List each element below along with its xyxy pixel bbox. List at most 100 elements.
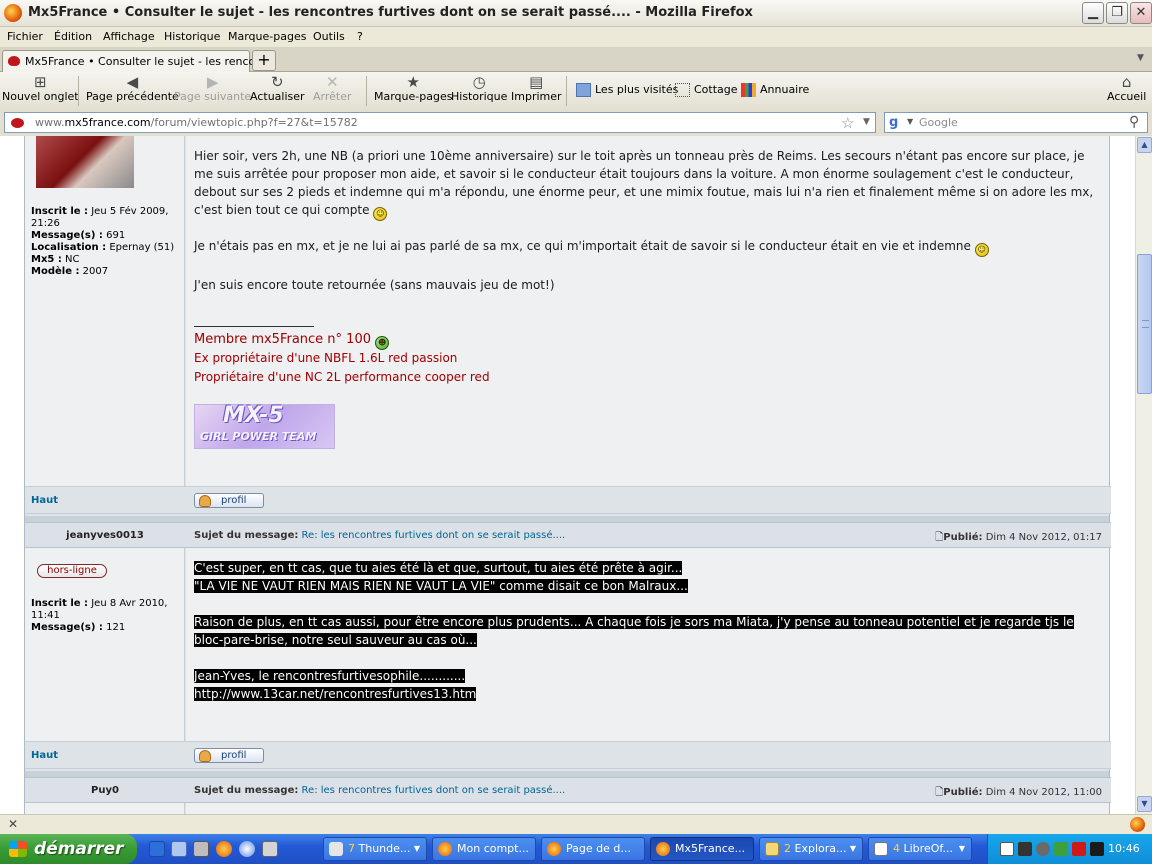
bookmark-cottage[interactable]: Cottage xyxy=(675,83,738,97)
search-engine-dropdown-icon[interactable]: ▼ xyxy=(907,117,913,126)
print-button[interactable]: ▤ Imprimer xyxy=(511,74,562,103)
messages-label: Message(s) : xyxy=(31,622,103,633)
subject-link[interactable]: Re: les rencontres furtives dont on se s… xyxy=(302,530,566,541)
bookmarks-button[interactable]: ★ Marque-pages xyxy=(374,74,452,103)
firefox-quicklaunch-icon[interactable] xyxy=(216,841,232,857)
player-icon[interactable] xyxy=(193,841,209,857)
user-icon xyxy=(199,750,211,762)
subject-link[interactable]: Re: les rencontres furtives dont on se s… xyxy=(302,785,566,796)
task-libreoffice[interactable]: 4 LibreOf... ▼ xyxy=(868,837,972,861)
close-button[interactable]: ✕ xyxy=(1130,2,1152,24)
task-count: 7 xyxy=(348,842,355,855)
modele-value: 2007 xyxy=(82,266,109,277)
bookmark-star-outline-icon[interactable]: ☆ xyxy=(841,114,854,132)
stop-button[interactable]: ✕ Arrêter xyxy=(313,74,352,103)
menu-edition[interactable]: Édition xyxy=(54,30,92,43)
post-3-header: Puy0 Sujet du message: Re: les rencontre… xyxy=(24,777,1111,803)
menu-fichier[interactable]: Fichier xyxy=(7,30,43,43)
mx5-label: Mx5 : xyxy=(31,254,62,265)
toolbar-separator xyxy=(566,76,567,106)
signature-divider xyxy=(194,326,314,327)
tab-mx5france[interactable]: Mx5France • Consulter le sujet - les ren… xyxy=(2,50,277,72)
back-label: Page précédente xyxy=(86,90,179,103)
task-page-de-d[interactable]: Page de d... xyxy=(541,837,645,861)
desktop-icon[interactable] xyxy=(171,841,187,857)
new-tab-button[interactable]: + xyxy=(252,50,276,71)
home-button[interactable]: ⌂ Accueil xyxy=(1107,74,1146,103)
task-explorateur[interactable]: 2 Explora... ▼ xyxy=(759,837,863,861)
menu-historique[interactable]: Historique xyxy=(164,30,220,43)
close-find-bar-icon[interactable]: ✕ xyxy=(8,817,18,831)
search-icon[interactable]: ⚲ xyxy=(1129,114,1139,130)
menu-marque-pages[interactable]: Marque-pages xyxy=(228,30,306,43)
post-author[interactable]: Puy0 xyxy=(25,785,185,796)
post-author[interactable]: jeanyves0013 xyxy=(25,530,185,541)
printer-icon: ▤ xyxy=(529,73,544,91)
subject-label: Sujet du message: xyxy=(194,785,299,796)
home-label: Accueil xyxy=(1107,90,1147,103)
highlighted-link[interactable]: http://www.13car.net/rencontresfurtives1… xyxy=(194,687,477,701)
haut-link[interactable]: Haut xyxy=(31,495,58,506)
post-1-footer-bar: Haut profil xyxy=(25,486,1111,514)
network-icon[interactable] xyxy=(1018,842,1032,856)
scroll-up-icon[interactable]: ▲ xyxy=(1137,137,1152,153)
post-2-line-2: "LA VIE NE VAUT RIEN MAIS RIEN NE VAUT L… xyxy=(194,577,688,595)
app-icon[interactable] xyxy=(262,841,278,857)
task-mon-compte[interactable]: Mon compt... xyxy=(432,837,536,861)
profil-button[interactable]: profil xyxy=(194,748,264,763)
menu-outils[interactable]: Outils xyxy=(313,30,345,43)
post-3-header-bar: Puy0 Sujet du message: Re: les rencontre… xyxy=(25,777,1111,803)
antivirus-icon[interactable] xyxy=(1072,842,1086,856)
tab-list-dropdown-icon[interactable]: ▼ xyxy=(1137,53,1144,63)
post-3-body-column xyxy=(186,803,1109,814)
url-text[interactable]: www.mx5france.com/forum/viewtopic.php?f=… xyxy=(35,116,358,129)
media-icon[interactable] xyxy=(239,841,255,857)
post-1-paragraph-3: J'en suis encore toute retournée (sans m… xyxy=(194,278,555,292)
profil-button[interactable]: profil xyxy=(194,493,264,508)
avatar[interactable] xyxy=(36,136,134,188)
windows-logo-icon xyxy=(9,841,27,857)
scrollbar-grip xyxy=(1142,320,1149,328)
document-tray-icon[interactable] xyxy=(1000,842,1014,856)
google-icon[interactable]: g xyxy=(889,115,905,130)
back-button[interactable]: ◀ Page précédente xyxy=(86,74,179,103)
post-2-line-1: C'est super, en tt cas, que tu aies été … xyxy=(194,559,683,577)
stop-label: Arrêter xyxy=(313,90,352,103)
volume-icon[interactable] xyxy=(1090,842,1104,856)
security-icon[interactable] xyxy=(1036,842,1050,856)
ie-icon[interactable] xyxy=(149,841,165,857)
vertical-scrollbar[interactable]: ▲ ▼ xyxy=(1135,136,1152,814)
search-box[interactable]: g ▼ Google ⚲ xyxy=(884,112,1148,133)
menu-affichage[interactable]: Affichage xyxy=(103,30,155,43)
history-button[interactable]: ◷ Historique xyxy=(451,74,507,103)
signature-line-2: Ex propriétaire d'une NBFL 1.6L red pass… xyxy=(194,351,458,365)
minimize-button[interactable]: ▁ xyxy=(1082,2,1104,24)
smiley-icon: ☺ xyxy=(974,243,989,257)
sync-icon[interactable] xyxy=(1054,842,1068,856)
scrollbar-thumb[interactable] xyxy=(1137,254,1152,394)
haut-link[interactable]: Haut xyxy=(31,750,58,761)
new-tab-toolbar-button[interactable]: ⊞ Nouvel onglet xyxy=(2,74,79,103)
bookmark-annuaire[interactable]: Annuaire xyxy=(741,83,809,97)
subject-label: Sujet du message: xyxy=(194,530,299,541)
scroll-down-icon[interactable]: ▼ xyxy=(1137,796,1152,812)
task-label: Explora... xyxy=(794,842,847,855)
address-bar[interactable]: www.mx5france.com/forum/viewtopic.php?f=… xyxy=(4,112,876,133)
task-mx5france[interactable]: Mx5France... xyxy=(650,837,754,861)
bookmark-star-icon: ★ xyxy=(406,73,420,91)
maximize-button[interactable]: ❐ xyxy=(1106,2,1128,24)
reload-button[interactable]: ↻ Actualiser xyxy=(250,74,305,103)
most-visited-label: Les plus visités xyxy=(595,83,679,96)
mx5-girl-power-logo: MX-5 GIRL POWER TEAM xyxy=(194,403,335,449)
start-button[interactable]: démarrer xyxy=(0,834,137,864)
clock-icon: ◷ xyxy=(472,73,486,91)
menu-help[interactable]: ? xyxy=(357,30,363,43)
localisation-value: Epernay (51) xyxy=(109,242,175,253)
task-thunderbird[interactable]: 7 Thunde... ▼ xyxy=(323,837,427,861)
firefox-status-icon[interactable] xyxy=(1130,817,1145,832)
firefox-icon xyxy=(656,842,670,856)
task-count: 4 xyxy=(893,842,900,855)
bookmark-most-visited[interactable]: Les plus visités xyxy=(576,83,678,97)
url-dropdown-icon[interactable]: ▼ xyxy=(863,117,870,127)
forward-button[interactable]: ▶ Page suivante xyxy=(174,74,251,103)
